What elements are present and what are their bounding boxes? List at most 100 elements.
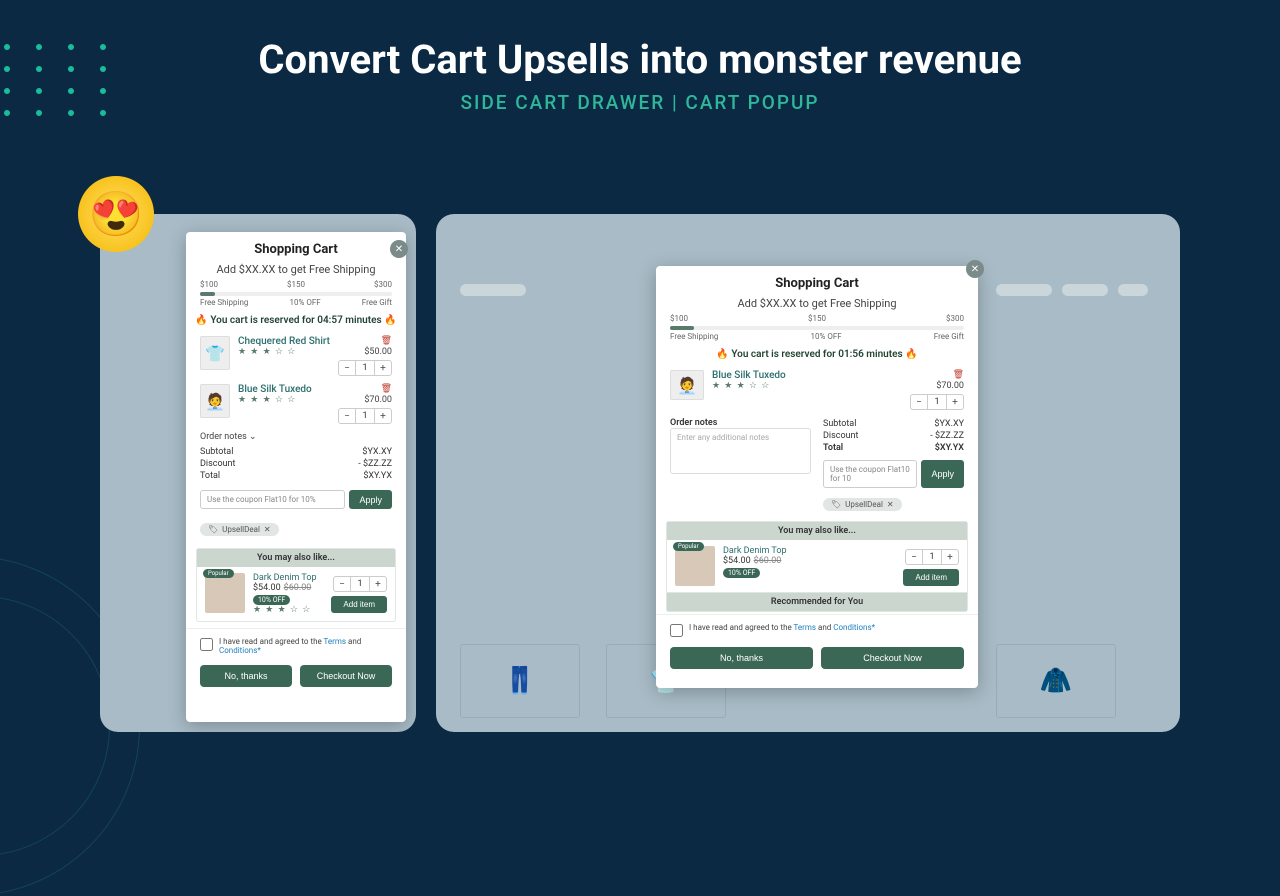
star-rating-icon: ★ ★ ★ ☆ ☆ (238, 395, 330, 405)
order-notes-input[interactable]: Enter any additional notes (670, 428, 811, 474)
product-name[interactable]: Blue Silk Tuxedo (238, 384, 330, 395)
order-notes-toggle[interactable]: Order notes (186, 428, 406, 444)
qty-plus-button[interactable]: + (942, 550, 958, 564)
upsell-price: $54.00$60.00 (723, 556, 895, 566)
upsell-thumbnail: Popular (675, 546, 715, 586)
cart-popup: ✕ Shopping Cart Add $XX.XX to get Free S… (656, 266, 978, 688)
upsell-block: You may also like... Popular Dark Denim … (666, 521, 968, 612)
subtotal-value: $YX.XY (362, 447, 392, 457)
add-item-button[interactable]: Add item (331, 596, 387, 613)
qty-minus-button[interactable]: − (339, 361, 355, 375)
coupon-input[interactable]: Use the coupon Flat10 for 10% (200, 490, 345, 509)
product-name[interactable]: Blue Silk Tuxedo (712, 370, 902, 381)
conditions-link[interactable]: Conditions* (219, 646, 261, 655)
product-price: $50.00 (338, 347, 392, 357)
discount-value: - $ZZ.ZZ (930, 431, 964, 441)
chip-remove-icon[interactable]: ✕ (887, 500, 894, 509)
coupon-input[interactable]: Use the coupon Flat10 for 10 (823, 460, 917, 488)
discount-label: Discount (823, 431, 858, 441)
coupon-chip[interactable]: 🏷UpsellDeal✕ (823, 498, 902, 511)
total-value: $XY.YX (935, 443, 964, 453)
phone-mockup: ✕ Shopping Cart Add $XX.XX to get Free S… (100, 214, 416, 732)
free-shipping-text: Add $XX.XX to get Free Shipping (656, 297, 978, 310)
desktop-mockup: 👖 👕 🧥 ✕ Shopping Cart Add $XX.XX to get … (436, 214, 1180, 732)
add-item-button[interactable]: Add item (903, 569, 959, 586)
popular-badge: Popular (203, 569, 234, 578)
qty-minus-button[interactable]: − (334, 577, 350, 591)
subtotal-value: $YX.XY (934, 419, 964, 429)
discount-value: - $ZZ.ZZ (358, 459, 392, 469)
checkout-button[interactable]: Checkout Now (300, 665, 392, 687)
product-thumbnail: 🧑‍💼 (670, 370, 704, 400)
tag-icon: 🏷 (831, 500, 841, 509)
apply-button[interactable]: Apply (349, 490, 392, 509)
product-thumbnail: 🧑‍💼 (200, 384, 230, 418)
reservation-timer: 🔥 You cart is reserved for 04:57 minutes… (186, 315, 406, 326)
close-icon[interactable]: ✕ (966, 260, 984, 278)
trash-icon[interactable]: 🗑 (910, 370, 964, 380)
upsell-block: You may also like... Popular Dark Denim … (196, 548, 396, 622)
close-icon[interactable]: ✕ (390, 240, 408, 258)
product-price: $70.00 (338, 395, 392, 405)
qty-plus-button[interactable]: + (375, 361, 391, 375)
terms-link[interactable]: Terms (794, 623, 816, 632)
upsell-thumbnail: Popular (205, 573, 245, 613)
product-name[interactable]: Chequered Red Shirt (238, 336, 330, 347)
agree-checkbox[interactable] (200, 638, 213, 651)
no-thanks-button[interactable]: No, thanks (670, 647, 813, 669)
threshold-label: Free Gift (362, 298, 392, 307)
quantity-stepper[interactable]: − 1 + (333, 576, 387, 592)
popular-badge: Popular (673, 542, 704, 551)
qty-value: 1 (355, 361, 375, 375)
total-value: $XY.YX (363, 471, 392, 481)
page-subtitle: SIDE CART DRAWER | CART POPUP (0, 91, 1280, 114)
subtotal-label: Subtotal (200, 447, 233, 457)
threshold-tick: $150 (287, 280, 305, 289)
total-label: Total (823, 443, 843, 453)
threshold-tick: $100 (670, 314, 688, 323)
qty-minus-button[interactable]: − (911, 395, 927, 409)
agree-text: I have read and agreed to the Terms and … (689, 623, 875, 632)
threshold-label: 10% OFF (289, 298, 320, 307)
threshold-tick: $300 (946, 314, 964, 323)
coupon-chip[interactable]: 🏷UpsellDeal✕ (200, 523, 279, 536)
qty-minus-button[interactable]: − (906, 550, 922, 564)
terms-link[interactable]: Terms (324, 637, 346, 646)
discount-badge: 10% OFF (723, 568, 760, 578)
threshold-tick: $300 (374, 280, 392, 289)
chip-remove-icon[interactable]: ✕ (264, 525, 271, 534)
qty-plus-button[interactable]: + (370, 577, 386, 591)
threshold-label: Free Gift (934, 332, 964, 341)
star-rating-icon: ★ ★ ★ ☆ ☆ (253, 605, 323, 615)
conditions-link[interactable]: Conditions* (833, 623, 875, 632)
quantity-stepper[interactable]: − 1 + (910, 394, 964, 410)
discount-label: Discount (200, 459, 235, 469)
agree-checkbox[interactable] (670, 624, 683, 637)
qty-plus-button[interactable]: + (375, 409, 391, 423)
trash-icon[interactable]: 🗑 (338, 384, 392, 394)
quantity-stepper[interactable]: − 1 + (338, 408, 392, 424)
threshold-label: Free Shipping (200, 298, 248, 307)
upsell-name[interactable]: Dark Denim Top (253, 573, 323, 583)
totals-block: Subtotal$YX.XY Discount- $ZZ.ZZ Total$XY… (186, 444, 406, 484)
checkout-button[interactable]: Checkout Now (821, 647, 964, 669)
quantity-stepper[interactable]: − 1 + (905, 549, 959, 565)
apply-button[interactable]: Apply (921, 460, 964, 488)
free-shipping-text: Add $XX.XX to get Free Shipping (186, 263, 406, 276)
quantity-stepper[interactable]: − 1 + (338, 360, 392, 376)
page-headline: Convert Cart Upsells into monster revenu… (0, 36, 1280, 83)
product-thumbnail: 👕 (200, 336, 230, 370)
qty-minus-button[interactable]: − (339, 409, 355, 423)
qty-plus-button[interactable]: + (947, 395, 963, 409)
progress-bar (670, 326, 964, 330)
discount-badge: 10% OFF (253, 595, 290, 605)
agree-checkbox-row: I have read and agreed to the Terms and … (186, 628, 406, 661)
trash-icon[interactable]: 🗑 (338, 336, 392, 346)
upsell-name[interactable]: Dark Denim Top (723, 546, 895, 556)
cart-title: Shopping Cart (656, 266, 978, 297)
product-price: $70.00 (910, 381, 964, 391)
qty-value: 1 (350, 577, 370, 591)
tag-icon: 🏷 (208, 525, 218, 534)
cart-item: 🧑‍💼 Blue Silk Tuxedo ★ ★ ★ ☆ ☆ 🗑 $70.00 … (656, 366, 978, 414)
no-thanks-button[interactable]: No, thanks (200, 665, 292, 687)
